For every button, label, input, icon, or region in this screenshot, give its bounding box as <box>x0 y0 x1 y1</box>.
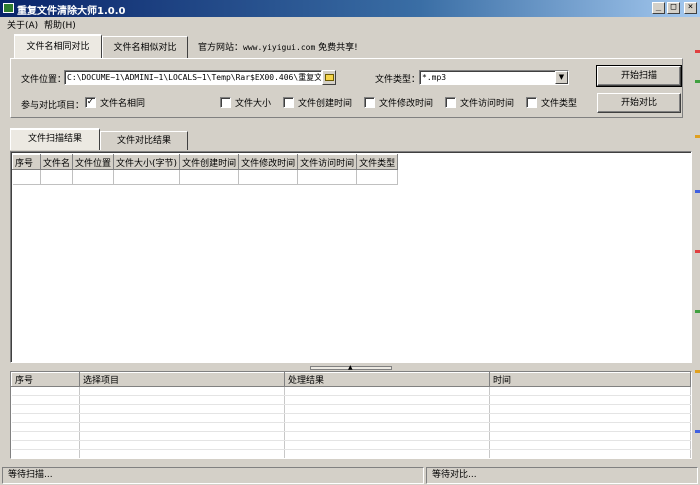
compare-status: 等待对比... <box>426 467 698 484</box>
column-header-location[interactable]: 文件位置 <box>72 154 115 170</box>
splitter-grip[interactable]: ▲ <box>310 364 392 371</box>
log-table: 序号 选择项目 处理结果 时间 <box>11 372 691 458</box>
scan-status: 等待扫描... <box>2 467 424 484</box>
checkbox-box[interactable] <box>526 97 537 108</box>
scan-results-grid[interactable]: 序号 文件名 文件位置 文件大小(字节) 文件创建时间 文件修改时间 文件访问时… <box>10 151 692 363</box>
column-header-created[interactable]: 文件创建时间 <box>179 154 240 170</box>
log-column-time[interactable]: 时间 <box>489 372 691 387</box>
menu-about[interactable]: 关于(A) <box>7 18 38 31</box>
list-item[interactable] <box>11 422 691 432</box>
tab-scan-results[interactable]: 文件扫描结果 <box>10 128 100 150</box>
mode-tabs: 文件名相同对比 文件名相似对比 官方网站：www.yiyigui.com 免费共… <box>0 34 700 58</box>
start-scan-button[interactable]: 开始扫描 <box>596 65 682 87</box>
checkbox-modify-time[interactable]: 文件修改时间 <box>364 96 433 109</box>
folder-icon <box>325 74 334 81</box>
status-bar: 等待扫描... 等待对比... <box>0 465 700 485</box>
list-item[interactable] <box>11 395 691 405</box>
menu-bar: 关于(A) 帮助(H) <box>0 17 700 31</box>
checkbox-file-size[interactable]: 文件大小 <box>220 96 271 109</box>
file-type-label: 文件类型： <box>375 75 421 85</box>
file-type-select[interactable]: *.mp3 ▼ <box>419 70 569 85</box>
website-info: 官方网站：www.yiyigui.com 免费共享! <box>198 40 358 53</box>
tab-name-identical[interactable]: 文件名相同对比 <box>14 34 102 58</box>
file-type-value: *.mp3 <box>422 73 447 82</box>
checkbox-access-time[interactable]: 文件访问时间 <box>445 96 514 109</box>
window-title: 重复文件清除大师1.0.0 <box>17 6 126 17</box>
title-bar: 重复文件清除大师1.0.0 _ □ × <box>0 0 700 17</box>
website-suffix: 免费共享! <box>315 43 358 53</box>
list-item[interactable] <box>11 449 691 458</box>
minimize-button[interactable]: _ <box>652 2 665 14</box>
operation-log-grid[interactable]: 序号 选择项目 处理结果 时间 <box>10 371 692 459</box>
browse-folder-button[interactable] <box>322 70 336 85</box>
results-table: 序号 文件名 文件位置 文件大小(字节) 文件创建时间 文件修改时间 文件访问时… <box>12 154 399 185</box>
column-header-size[interactable]: 文件大小(字节) <box>113 154 181 170</box>
list-item[interactable] <box>11 431 691 441</box>
checkbox-box[interactable] <box>220 97 231 108</box>
results-header-row: 序号 文件名 文件位置 文件大小(字节) 文件创建时间 文件修改时间 文件访问时… <box>12 154 399 170</box>
checkbox-file-type[interactable]: 文件类型 <box>526 96 577 109</box>
start-compare-button[interactable]: 开始对比 <box>597 93 681 113</box>
menu-help[interactable]: 帮助(H) <box>44 18 76 31</box>
checkbox-box[interactable] <box>283 97 294 108</box>
scan-settings-panel: 文件位置： C:\DOCUME~1\ADMINI~1\LOCALS~1\Temp… <box>10 58 683 118</box>
checkbox-box[interactable] <box>445 97 456 108</box>
location-label: 文件位置： <box>21 75 67 85</box>
grip-arrow-icon: ▲ <box>348 364 353 371</box>
checkbox-box[interactable] <box>364 97 375 108</box>
column-header-type[interactable]: 文件类型 <box>356 154 399 170</box>
log-column-item[interactable]: 选择项目 <box>79 372 285 387</box>
column-header-modified[interactable]: 文件修改时间 <box>238 154 299 170</box>
list-item[interactable] <box>11 386 691 396</box>
list-item[interactable] <box>11 440 691 450</box>
checkbox-name-same[interactable]: ✓ 文件名相同 <box>85 96 145 109</box>
checkbox-create-time[interactable]: 文件创建时间 <box>283 96 352 109</box>
log-header-row: 序号 选择项目 处理结果 时间 <box>11 372 691 387</box>
location-input[interactable]: C:\DOCUME~1\ADMINI~1\LOCALS~1\Temp\Rar$E… <box>64 70 322 85</box>
log-column-index[interactable]: 序号 <box>11 372 80 387</box>
desktop-edge <box>695 40 700 460</box>
close-button[interactable]: × <box>684 2 697 14</box>
chevron-down-icon[interactable]: ▼ <box>555 71 568 84</box>
list-item[interactable] <box>11 404 691 414</box>
tab-compare-results[interactable]: 文件对比结果 <box>100 131 188 150</box>
website-link[interactable]: www.yiyigui.com <box>243 43 315 52</box>
maximize-button[interactable]: □ <box>667 2 680 14</box>
column-header-name[interactable]: 文件名 <box>39 154 74 170</box>
result-tabs: 文件扫描结果 文件对比结果 <box>0 128 700 150</box>
log-column-result[interactable]: 处理结果 <box>284 372 490 387</box>
app-icon <box>3 3 14 13</box>
website-label: 官方网站： <box>198 43 244 53</box>
table-row[interactable] <box>12 169 399 185</box>
column-header-index[interactable]: 序号 <box>12 154 41 170</box>
checkbox-box[interactable]: ✓ <box>85 97 96 108</box>
list-item[interactable] <box>11 413 691 423</box>
compare-items-label: 参与对比项目： <box>21 101 85 111</box>
tab-name-similar[interactable]: 文件名相似对比 <box>102 36 188 58</box>
column-header-accessed[interactable]: 文件访问时间 <box>297 154 358 170</box>
